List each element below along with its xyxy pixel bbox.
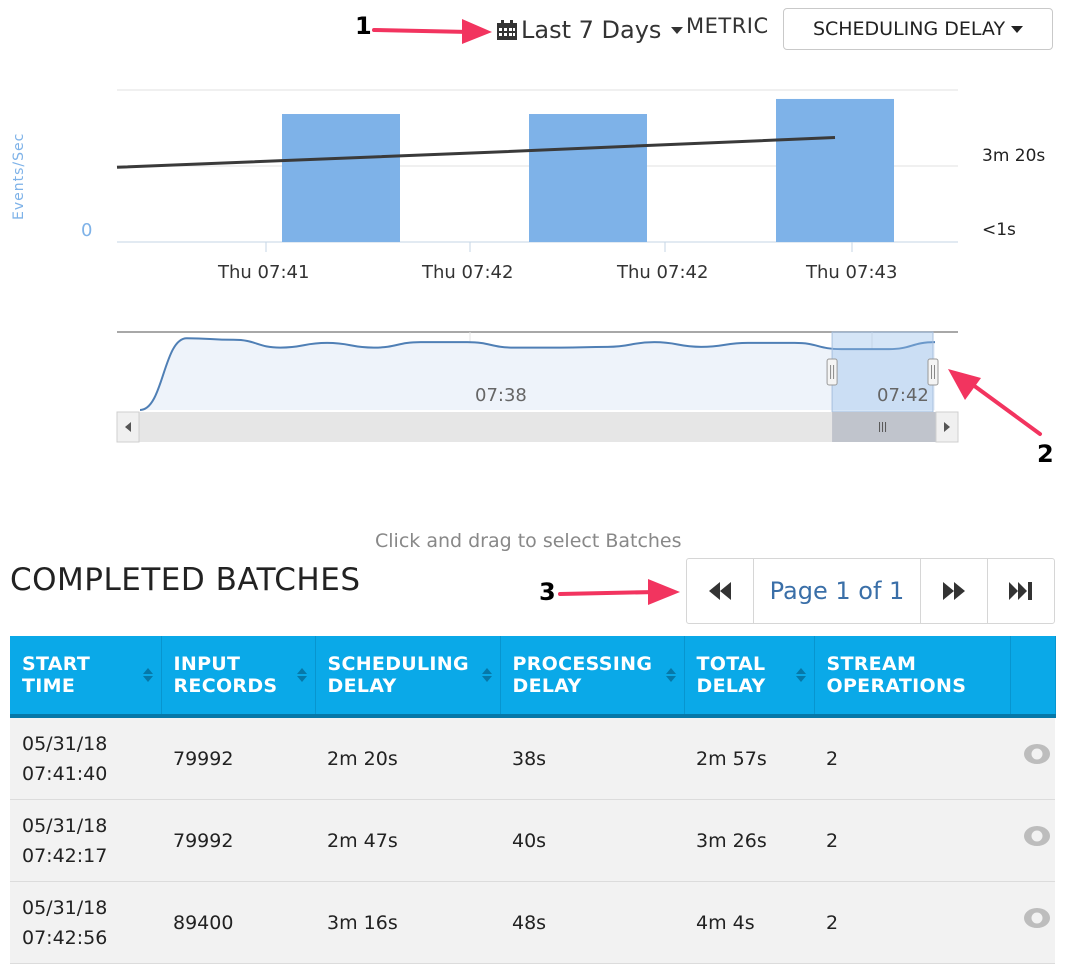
table-row[interactable]: 05/31/18 07:41:40 79992 2m 20s 38s 2m 57s… <box>10 716 1055 800</box>
next-page-button[interactable] <box>921 559 988 623</box>
cell-total-delay: 4m 4s <box>684 881 814 964</box>
table-row[interactable]: 05/31/18 07:42:17 79992 2m 47s 40s 3m 26s… <box>10 799 1055 882</box>
chart-plot <box>116 89 958 252</box>
cell-processing-delay: 48s <box>500 881 684 964</box>
navigator-label: 07:42 <box>877 385 929 406</box>
navigator-area <box>140 338 935 410</box>
metric-label: METRIC <box>686 14 769 38</box>
calendar-icon <box>497 20 517 40</box>
sort-icon <box>481 668 492 682</box>
cell-scheduling-delay: 3m 16s <box>315 881 500 964</box>
last-page-button[interactable] <box>988 559 1054 623</box>
column-header-stream-operations: STREAM OPERATIONS <box>814 636 1011 716</box>
sort-icon <box>142 668 153 682</box>
completed-batches-table: START TIME INPUT RECORDS SCHEDULING DELAY … <box>10 636 1056 964</box>
cell-start-time: 05/31/18 07:42:17 <box>10 799 161 882</box>
navigator-scrollbar[interactable] <box>116 411 959 443</box>
metric-dropdown[interactable]: SCHEDULING DELAY <box>783 8 1053 50</box>
caret-down-icon <box>1011 25 1024 33</box>
scheduling-delay-line <box>116 136 836 169</box>
column-header-actions <box>1010 636 1056 716</box>
chart-bar <box>529 114 647 242</box>
cell-scheduling-delay: 2m 20s <box>315 716 500 800</box>
scrollbar-thumb[interactable] <box>832 412 936 442</box>
cell-stream-operations: 2 <box>814 799 1010 882</box>
rewind-icon <box>709 582 731 600</box>
cell-stream-operations: 2 <box>814 716 1010 800</box>
navigator-handle-right[interactable] <box>927 358 939 386</box>
column-header-start-time[interactable]: START TIME <box>10 636 162 716</box>
chart-bar <box>282 114 400 242</box>
x-axis-tick: Thu 07:41 <box>218 262 310 283</box>
eye-icon[interactable] <box>1022 743 1052 765</box>
pagination: Page 1 of 1 <box>686 558 1055 624</box>
sort-icon <box>296 668 307 682</box>
annotation-number-3: 3 <box>539 578 556 606</box>
cell-start-time: 05/31/18 07:41:40 <box>10 716 161 800</box>
main-chart: Events/Sec 0 3m 20s <1s Thu 07:41 Thu 07… <box>0 60 1065 300</box>
column-header-input-records[interactable]: INPUT RECORDS <box>161 636 316 716</box>
table-row[interactable]: 05/31/18 07:42:56 89400 3m 16s 48s 4m 4s … <box>10 881 1055 964</box>
annotation-number-1: 1 <box>355 12 372 40</box>
cell-processing-delay: 40s <box>500 799 684 882</box>
cell-start-time: 05/31/18 07:42:56 <box>10 881 161 964</box>
x-axis-tick: Thu 07:43 <box>806 262 898 283</box>
navigator-label: 07:38 <box>475 385 527 406</box>
cell-input-records: 89400 <box>161 881 315 964</box>
previous-page-button[interactable] <box>687 559 754 623</box>
chart-bar <box>776 98 894 243</box>
select-batches-hint: Click and drag to select Batches <box>375 530 682 552</box>
cell-scheduling-delay: 2m 47s <box>315 799 500 882</box>
cell-stream-operations: 2 <box>814 881 1010 964</box>
page-indicator: Page 1 of 1 <box>754 559 921 623</box>
cell-total-delay: 3m 26s <box>684 799 814 882</box>
cell-action <box>1010 881 1055 964</box>
skip-to-end-icon <box>1009 582 1032 600</box>
cell-input-records: 79992 <box>161 716 315 800</box>
cell-action <box>1010 716 1055 800</box>
column-header-processing-delay[interactable]: PROCESSING DELAY <box>500 636 685 716</box>
annotation-arrow-3 <box>558 579 680 605</box>
navigator-handle-left[interactable] <box>826 358 838 386</box>
sort-icon <box>795 668 806 682</box>
cell-action <box>1010 799 1055 882</box>
section-title: COMPLETED BATCHES <box>10 562 361 598</box>
column-header-scheduling-delay[interactable]: SCHEDULING DELAY <box>315 636 501 716</box>
navigator: 07:38 07:42 <box>0 322 1065 452</box>
eye-icon[interactable] <box>1022 907 1052 929</box>
fast-forward-icon <box>943 582 965 600</box>
metric-value: SCHEDULING DELAY <box>812 18 1006 40</box>
annotation-arrow-1 <box>372 19 492 44</box>
x-axis-tick: Thu 07:42 <box>422 262 514 283</box>
annotation-number-2: 2 <box>1037 440 1054 468</box>
eye-icon[interactable] <box>1022 825 1052 847</box>
cell-total-delay: 2m 57s <box>684 716 814 800</box>
table-header-row: START TIME INPUT RECORDS SCHEDULING DELAY … <box>10 636 1056 716</box>
date-range-label: Last 7 Days <box>521 16 662 44</box>
column-header-total-delay[interactable]: TOTAL DELAY <box>684 636 815 716</box>
cell-input-records: 79992 <box>161 799 315 882</box>
date-range-dropdown[interactable]: Last 7 Days <box>496 10 684 50</box>
caret-down-icon <box>671 26 684 34</box>
sort-icon <box>665 668 676 682</box>
cell-processing-delay: 38s <box>500 716 684 800</box>
annotation-arrow-2 <box>948 369 1042 436</box>
x-axis-tick: Thu 07:42 <box>617 262 709 283</box>
